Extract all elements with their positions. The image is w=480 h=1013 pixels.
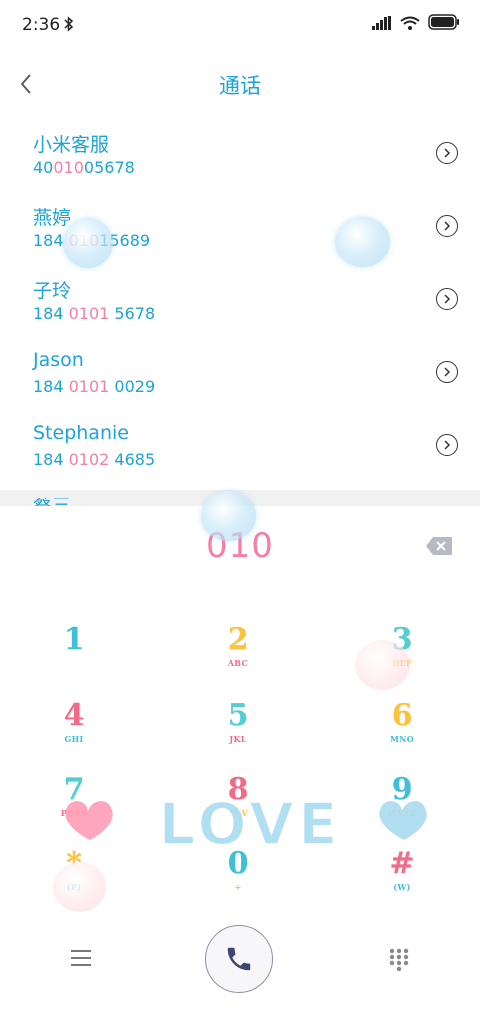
bubble-decoration [201, 491, 256, 541]
key-letters: + [234, 882, 242, 892]
chevron-right-icon[interactable] [436, 361, 458, 383]
contact-number: 184 0101 5678 [33, 304, 156, 323]
dialpad-icon [389, 948, 409, 972]
key-letters: JKL [229, 734, 247, 744]
key-2[interactable]: 2 ABC [198, 624, 278, 684]
contact-name: Jason [33, 349, 84, 371]
key-letters: (W) [393, 882, 411, 892]
chevron-right-icon[interactable] [436, 434, 458, 456]
love-text: LOVE [158, 790, 341, 858]
phone-icon [227, 947, 251, 971]
contact-item[interactable]: Stephanie 184 0102 4685 [0, 412, 480, 485]
key-letters: GHI [64, 734, 84, 744]
chevron-right-icon[interactable] [436, 215, 458, 237]
key-1[interactable]: 1 [34, 624, 114, 684]
key-digit: 6 [391, 698, 413, 733]
contact-item[interactable]: 小米客服 4001005678 [0, 120, 480, 193]
contact-item[interactable]: Jason 184 0101 0029 [0, 339, 480, 412]
contact-number: 184 0101 0029 [33, 377, 156, 396]
wifi-icon [400, 15, 420, 34]
contact-number: 184 0102 4685 [33, 450, 156, 469]
status-time: 2:36 [22, 15, 61, 35]
bubble-decoration [53, 862, 106, 912]
key-4[interactable]: 4 GHI [34, 700, 114, 760]
contact-name: Stephanie [33, 422, 129, 444]
key-6[interactable]: 6 MNO [362, 700, 442, 760]
chevron-right-icon[interactable] [436, 288, 458, 310]
battery-icon [428, 14, 460, 34]
key-digit: 5 [227, 698, 249, 733]
partial-contact-name: 蔡三 [33, 498, 73, 506]
menu-icon [71, 950, 91, 966]
call-button[interactable] [205, 925, 273, 993]
chevron-right-icon[interactable] [436, 142, 458, 164]
key-digit: 4 [63, 698, 85, 733]
key-digit: 2 [227, 622, 249, 657]
page-title: 通话 [219, 74, 261, 98]
contact-name: 小米客服 [33, 134, 110, 156]
love-decoration: LOVE [60, 788, 430, 859]
key-5[interactable]: 5 JKL [198, 700, 278, 760]
status-icons [372, 14, 460, 34]
key-letters: ABC [227, 658, 249, 668]
contact-list: 小米客服 4001005678 燕婷 184 01015689 子玲 184 0… [0, 120, 480, 485]
bluetooth-icon [64, 16, 74, 36]
backspace-button[interactable] [425, 536, 453, 556]
contact-number: 4001005678 [33, 158, 135, 177]
menu-button[interactable] [70, 948, 92, 968]
bubble-decoration [335, 217, 390, 267]
dialpad-toggle-button[interactable] [388, 948, 410, 972]
signal-icon [372, 15, 392, 34]
backspace-icon [426, 537, 452, 555]
header: 通话 [0, 58, 480, 110]
contact-name: 燕婷 [33, 207, 72, 229]
key-letters: MNO [389, 734, 415, 744]
status-bar: 2:36 [0, 0, 480, 52]
bubble-decoration [355, 640, 410, 690]
contact-name: 子玲 [33, 280, 72, 302]
contact-item[interactable]: 子玲 184 0101 5678 [0, 266, 480, 339]
bubble-decoration [63, 218, 113, 268]
key-digit: 1 [63, 622, 85, 657]
